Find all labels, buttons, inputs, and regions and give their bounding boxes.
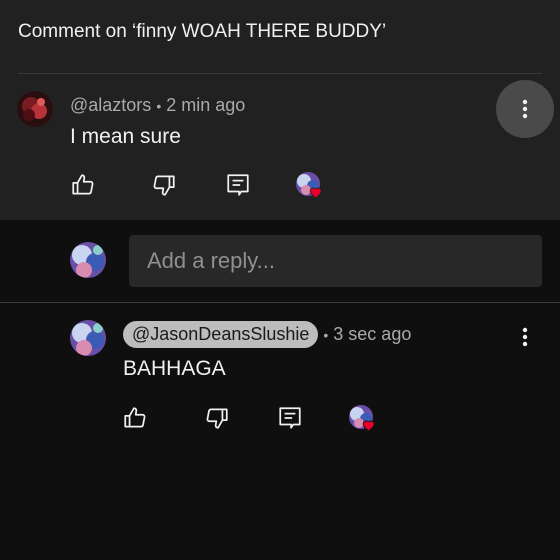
- current-user-avatar: [70, 242, 106, 278]
- reply-text: BAHHAGA: [123, 357, 226, 380]
- comment-meta: @alaztors • 2 min ago: [70, 95, 245, 116]
- comment-author[interactable]: @alaztors: [70, 95, 151, 116]
- comment-time: 2 min ago: [166, 95, 246, 115]
- reply-icon[interactable]: [277, 405, 303, 431]
- dislike-icon[interactable]: [151, 172, 177, 198]
- comment-text: I mean sure: [70, 125, 181, 148]
- dislike-icon[interactable]: [204, 405, 230, 431]
- avatar[interactable]: [70, 320, 106, 356]
- avatar[interactable]: [17, 91, 53, 127]
- page-title: Comment on ‘finny WOAH THERE BUDDY’: [18, 21, 387, 42]
- creator-heart-icon[interactable]: [296, 172, 322, 199]
- more-vert-icon: [522, 327, 528, 347]
- more-options-button[interactable]: [496, 80, 554, 138]
- more-options-button[interactable]: [496, 308, 554, 366]
- reply-divider: [0, 302, 560, 303]
- like-icon[interactable]: [70, 172, 96, 198]
- reply-meta: @JasonDeansSlushie • 3 sec ago: [123, 321, 411, 348]
- reply-time: 3 sec ago: [333, 324, 412, 344]
- reply-icon[interactable]: [225, 172, 251, 198]
- reply-author[interactable]: @JasonDeansSlushie: [123, 321, 319, 348]
- header-divider: [18, 73, 542, 74]
- like-icon[interactable]: [122, 405, 148, 431]
- reply-placeholder: Add a reply...: [147, 248, 275, 273]
- meta-separator: •: [323, 326, 329, 343]
- creator-heart-icon[interactable]: [349, 405, 375, 432]
- more-vert-icon: [522, 99, 528, 119]
- reply-input[interactable]: Add a reply...: [129, 235, 542, 287]
- meta-separator: •: [156, 97, 162, 114]
